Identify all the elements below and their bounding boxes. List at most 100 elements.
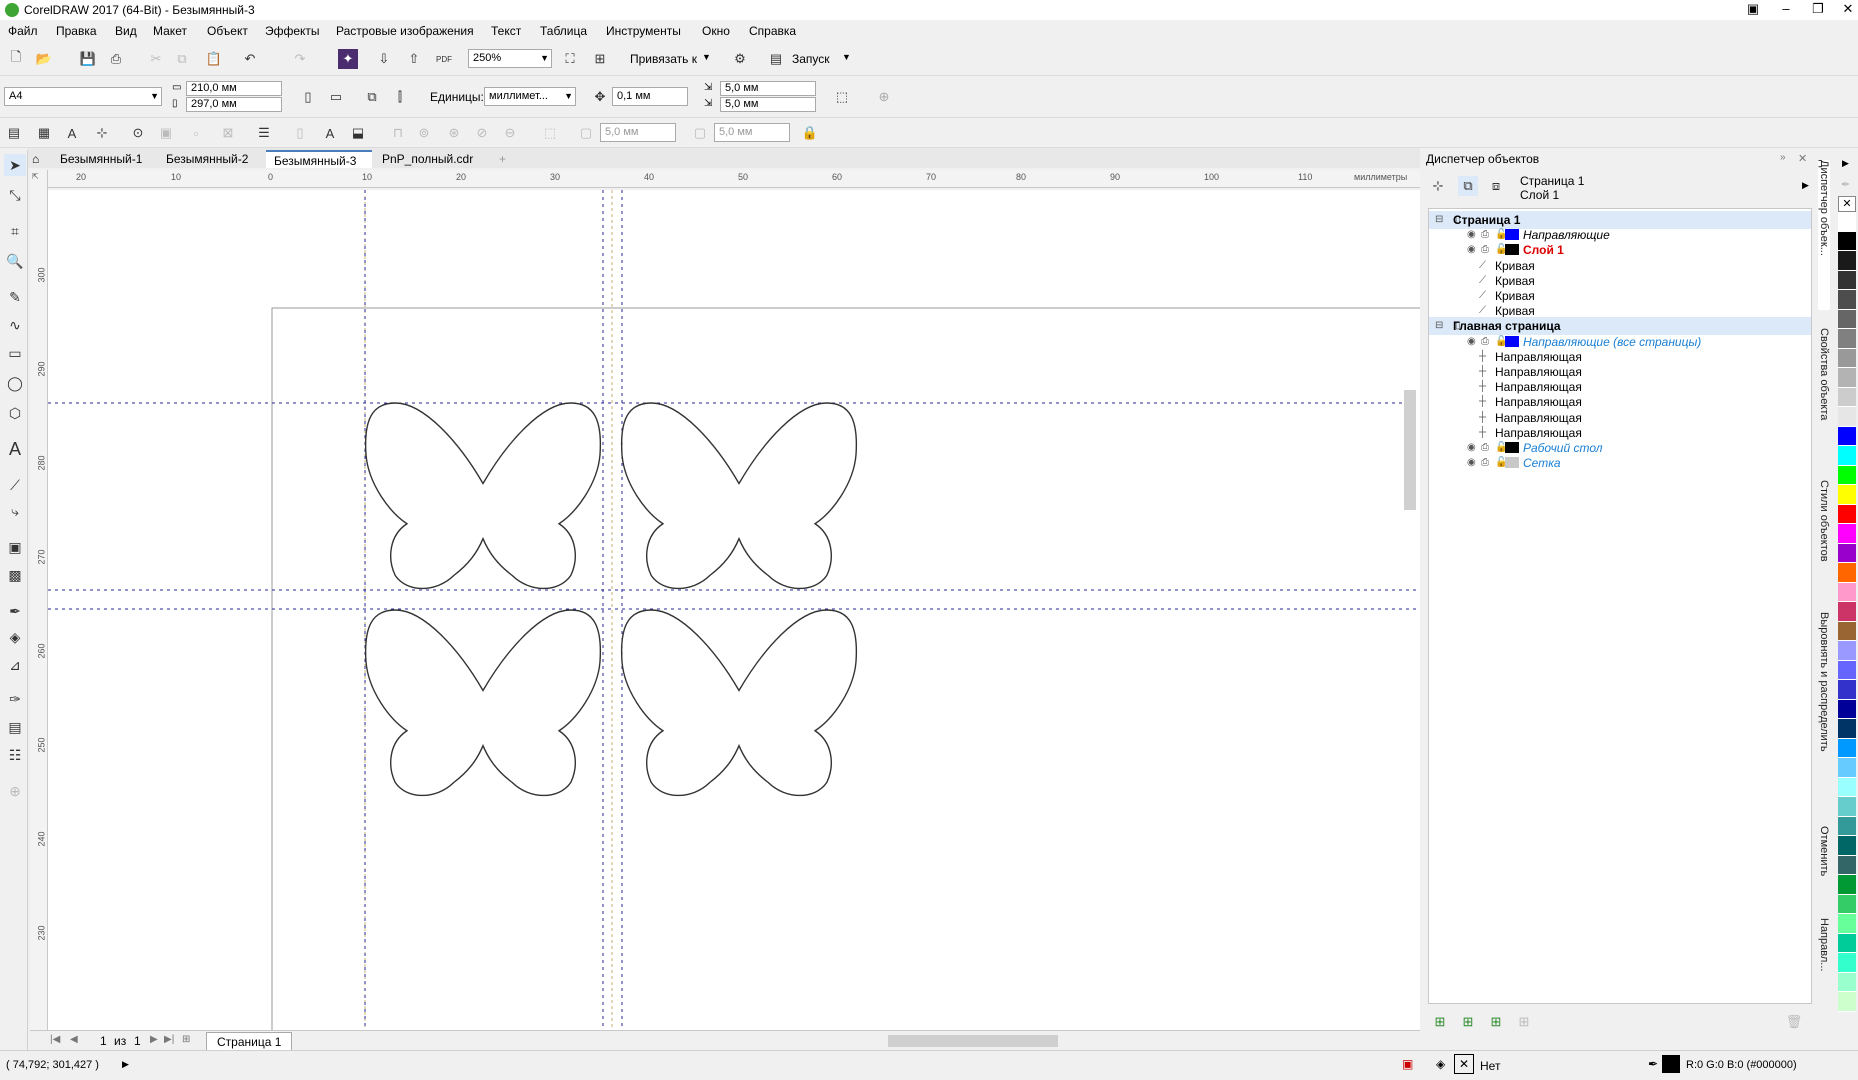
palette-swatch[interactable]	[1838, 543, 1856, 563]
search-content-icon[interactable]: ✦	[338, 49, 358, 69]
no-color-swatch[interactable]: ✕	[1838, 196, 1856, 212]
palette-swatch[interactable]	[1838, 485, 1856, 505]
connector-tool-icon[interactable]: ⤷	[4, 500, 26, 522]
palette-swatch[interactable]	[1838, 699, 1856, 719]
new-document-icon[interactable]: 🗋	[6, 49, 26, 69]
grid-icon[interactable]: ▦	[34, 123, 54, 143]
restore-button[interactable]: ❐	[1802, 0, 1834, 20]
text-tool-icon[interactable]: A	[4, 438, 26, 460]
chevron-right-icon[interactable]: ▶	[122, 1059, 129, 1070]
crop-tool-icon[interactable]: ⌗	[4, 220, 26, 242]
units-select[interactable]: миллимет... ▼	[484, 87, 576, 106]
full-screen-preview-icon[interactable]: ⛶	[560, 49, 580, 69]
palette-swatch[interactable]	[1838, 407, 1856, 427]
launch-app-icon[interactable]: ▤	[766, 49, 786, 69]
butterfly-curve[interactable]	[364, 609, 602, 797]
palette-swatch[interactable]	[1838, 426, 1856, 446]
palette-swatch[interactable]	[1838, 524, 1856, 544]
palette-swatch[interactable]	[1838, 329, 1856, 349]
docker-close-icon[interactable]: ✕	[1798, 152, 1807, 165]
new-master-layer-icon[interactable]: ⊞	[1458, 1012, 1478, 1032]
palette-swatch[interactable]	[1838, 914, 1856, 934]
palette-swatch[interactable]	[1838, 894, 1856, 914]
snap-icon[interactable]: ⊹	[92, 123, 112, 143]
palette-swatch[interactable]	[1838, 972, 1856, 992]
palette-swatch[interactable]	[1838, 290, 1856, 310]
layer-color-swatch[interactable]	[1505, 457, 1519, 469]
paste-icon[interactable]: 📋	[204, 49, 224, 69]
eyedropper-icon[interactable]: ✒	[1841, 178, 1850, 191]
palette-swatch[interactable]	[1838, 719, 1856, 739]
delete-icon[interactable]: 🗑	[1784, 1012, 1804, 1032]
new-tab-plus-icon[interactable]: +	[494, 150, 516, 168]
break-icon[interactable]: ▫	[186, 123, 206, 143]
no-fill-swatch[interactable]: ✕	[1454, 1054, 1474, 1074]
palette-swatch[interactable]	[1838, 875, 1856, 895]
ellipse-tool-icon[interactable]: ◯	[4, 372, 26, 394]
export-icon[interactable]: ⇧	[404, 49, 424, 69]
landscape-icon[interactable]: ▭	[326, 87, 346, 107]
back-minus-front-icon[interactable]: ⊖	[500, 123, 520, 143]
convert-icon[interactable]: ⬓	[348, 123, 368, 143]
page-tab-1[interactable]: Страница 1	[206, 1032, 293, 1052]
menu-tools[interactable]: Инструменты	[606, 24, 681, 38]
palette-swatch[interactable]	[1838, 621, 1856, 641]
minimize-button[interactable]: –	[1770, 0, 1802, 20]
corner-radius2-input[interactable]: 5,0 мм	[714, 123, 790, 142]
side-tab-object-styles[interactable]: Стили объектов	[1818, 480, 1830, 600]
layer-options-icon[interactable]: ⊹	[1428, 176, 1448, 196]
interactive-fill-icon[interactable]: ◈	[4, 626, 26, 648]
artistic-media-icon[interactable]: ∿	[4, 314, 26, 336]
smart-fill-icon[interactable]: ⊿	[4, 654, 26, 676]
palette-swatch[interactable]	[1838, 465, 1856, 485]
page-border-icon[interactable]: ⬚	[832, 87, 852, 107]
palette-swatch[interactable]	[1838, 660, 1856, 680]
side-tab-object-properties[interactable]: Свойства объекта	[1818, 328, 1830, 468]
palette-swatch[interactable]	[1838, 602, 1856, 622]
side-tab-object-manager[interactable]: Диспетчер объек...	[1818, 160, 1830, 310]
palette-swatch[interactable]	[1838, 816, 1856, 836]
dimension-tool-icon[interactable]: ⟋	[4, 474, 26, 496]
new-master-all-pages-icon[interactable]: ⊞	[1486, 1012, 1506, 1032]
side-tab-undo[interactable]: Отменить	[1818, 826, 1830, 906]
menu-layout[interactable]: Макет	[153, 24, 187, 38]
first-page-icon[interactable]: |◀	[50, 1034, 60, 1045]
zoom-level-select[interactable]: 250% ▼	[468, 49, 552, 68]
new-master-odd-icon[interactable]: ⊞	[1514, 1012, 1534, 1032]
boundary-icon[interactable]: ⬚	[540, 123, 560, 143]
freehand-tool-icon[interactable]: ✎	[4, 286, 26, 308]
settings-tool-icon[interactable]: ☷	[4, 744, 26, 766]
menu-object[interactable]: Объект	[207, 24, 248, 38]
chevron-right-icon[interactable]: ▶	[1802, 180, 1809, 191]
combine-icon[interactable]: ▣	[156, 123, 176, 143]
duplicate-x-input[interactable]: 5,0 мм	[720, 81, 816, 96]
palette-swatch[interactable]	[1838, 680, 1856, 700]
export-pdf-icon[interactable]: PDF	[434, 49, 454, 69]
palette-swatch[interactable]	[1838, 953, 1856, 973]
corner-style-icon[interactable]: ▢	[690, 123, 710, 143]
menu-effects[interactable]: Эффекты	[265, 24, 320, 38]
palette-swatch[interactable]	[1838, 855, 1856, 875]
corner-icon[interactable]: ▢	[576, 123, 596, 143]
new-layer-icon[interactable]: ⊞	[1430, 1012, 1450, 1032]
align-icon[interactable]: ☰	[254, 123, 274, 143]
menu-help[interactable]: Справка	[749, 24, 796, 38]
palette-swatch[interactable]	[1838, 446, 1856, 466]
palette-swatch[interactable]	[1838, 387, 1856, 407]
palette-swatch[interactable]	[1838, 563, 1856, 583]
redo-icon[interactable]: ↷	[290, 49, 310, 69]
menu-table[interactable]: Таблица	[540, 24, 587, 38]
weld-icon[interactable]: ⊓	[388, 123, 408, 143]
eye-icon[interactable]: ◉	[1467, 454, 1476, 472]
page-size-select[interactable]: A4 ▼	[4, 87, 162, 106]
nudge-distance-input[interactable]: 0,1 мм	[612, 87, 688, 106]
butterfly-curve[interactable]	[364, 402, 602, 590]
print-icon[interactable]: ⎙	[106, 49, 126, 69]
palette-swatch[interactable]	[1838, 738, 1856, 758]
layer-color-swatch[interactable]	[1505, 442, 1519, 453]
add-icon[interactable]: ⊕	[874, 87, 894, 107]
open-icon[interactable]: 📂	[34, 49, 54, 69]
palette-swatch[interactable]	[1838, 933, 1856, 953]
menu-view[interactable]: Вид	[115, 24, 137, 38]
palette-swatch[interactable]	[1838, 582, 1856, 602]
